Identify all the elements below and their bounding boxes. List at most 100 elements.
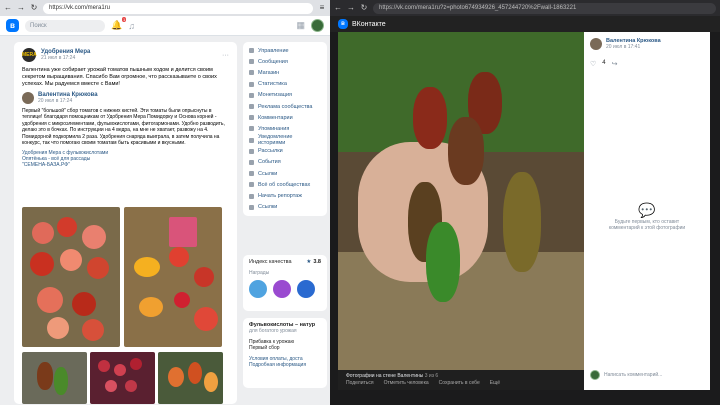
user-avatar[interactable] bbox=[22, 92, 34, 104]
forward-icon[interactable]: → bbox=[17, 4, 25, 12]
more-action[interactable]: Ещё bbox=[490, 380, 500, 386]
calendar-icon bbox=[249, 159, 254, 165]
post-date[interactable]: 21 июл в 17:24 bbox=[41, 55, 90, 61]
empty-subtitle: комментарий к этой фотографии bbox=[608, 225, 686, 231]
more-icon[interactable]: ··· bbox=[222, 52, 229, 59]
empty-comments: 💬 Будьте первым, кто оставит комментарий… bbox=[584, 202, 710, 231]
share-icon[interactable]: ↪ bbox=[612, 60, 618, 68]
likes-count: 4 bbox=[602, 60, 606, 66]
caption-title[interactable]: Фотографии на стене Валентины bbox=[346, 373, 423, 379]
my-avatar bbox=[590, 370, 600, 380]
sidebar-item-story-notifications[interactable]: Уведомление историями bbox=[243, 134, 327, 146]
vk-logo-icon[interactable]: в bbox=[338, 19, 348, 29]
browser-toolbar-right: ← → ↻ https://vk.com/mera1ru?z=photo6749… bbox=[330, 0, 720, 16]
photo-sidepanel: Валентина Крюкова 20 июл в 17:41 ♡ 4 ↪ 💬… bbox=[584, 32, 710, 390]
back-icon[interactable]: ← bbox=[334, 4, 342, 12]
vk-logo-icon[interactable]: в bbox=[6, 19, 19, 32]
comment-row: Написать комментарий... bbox=[590, 370, 662, 380]
promo-item-2[interactable]: Первый сбор bbox=[249, 345, 321, 351]
sidebar-item-shop[interactable]: Магазин bbox=[243, 67, 327, 78]
award-3-icon[interactable] bbox=[297, 280, 315, 298]
ads-icon bbox=[249, 104, 254, 110]
post-text: Валентина уже собирает урожай томатов пы… bbox=[22, 67, 217, 87]
photo-5[interactable] bbox=[158, 352, 223, 404]
sidebar-item-live[interactable]: Начать репортаж bbox=[243, 190, 327, 201]
stats-icon bbox=[249, 81, 254, 87]
sidebar-item-mailings[interactable]: Рассылки bbox=[243, 146, 327, 157]
sidebar-item-about[interactable]: Всё об сообществах bbox=[243, 179, 327, 190]
sidebar-item-comments[interactable]: Комментарии bbox=[243, 112, 327, 123]
forward-icon[interactable]: → bbox=[347, 4, 355, 12]
sidebar-item-links[interactable]: Ссылки bbox=[243, 168, 327, 179]
bell-icon[interactable]: 🔔 1 bbox=[111, 17, 127, 31]
star-icon: ★ bbox=[306, 259, 312, 265]
reload-icon[interactable]: ↻ bbox=[360, 4, 368, 12]
address-bar[interactable]: https://vk.com/mera1ru bbox=[43, 2, 313, 14]
award-1-icon[interactable] bbox=[249, 280, 267, 298]
awards-row bbox=[249, 280, 321, 298]
post-card: MERA Удобрения Мера 21 июл в 17:24 ··· В… bbox=[14, 42, 237, 404]
reload-icon[interactable]: ↻ bbox=[30, 4, 38, 12]
caption-count: 3 из 6 bbox=[424, 373, 439, 379]
post-header: MERA Удобрения Мера 21 июл в 17:24 ··· bbox=[22, 48, 229, 62]
sidebar-item-monetization[interactable]: Монетизация bbox=[243, 90, 327, 101]
sidebar-item-stats[interactable]: Статистика bbox=[243, 79, 327, 90]
promo-subtitle: для богатого урожая bbox=[249, 328, 297, 334]
photo-date: 20 июл в 17:41 bbox=[606, 44, 641, 50]
promo-link-2[interactable]: Подробная информация bbox=[249, 362, 321, 368]
sidebar-item-manage[interactable]: Управление bbox=[243, 45, 327, 56]
community-sidebar-menu: Управление Сообщения Магазин Статистика … bbox=[243, 42, 327, 216]
photo-4[interactable] bbox=[90, 352, 155, 404]
promo-card: Фульвокислоты – натур для богатого урожа… bbox=[243, 318, 327, 388]
awards-label: Награды bbox=[249, 270, 270, 276]
bag-icon bbox=[249, 70, 254, 76]
gear-icon bbox=[249, 48, 254, 54]
semena-link[interactable]: "СЕМЕНА-БАЗА.РФ" bbox=[22, 162, 229, 168]
photo-2[interactable] bbox=[124, 207, 222, 347]
sidebar-item-mentions[interactable]: Упоминания bbox=[243, 123, 327, 134]
music-icon[interactable]: ♫ bbox=[128, 21, 135, 31]
sidebar-item-messages[interactable]: Сообщения bbox=[243, 56, 327, 67]
heart-icon[interactable]: ♡ bbox=[590, 60, 596, 68]
menu-icon[interactable]: ≡ bbox=[318, 4, 326, 12]
vk-dark-header: в ВКонтакте bbox=[330, 16, 720, 32]
comments-empty-icon: 💬 bbox=[638, 202, 656, 218]
photo-viewer: Фотографии на стене Валентины 3 из 6 Под… bbox=[338, 32, 710, 390]
main-photo[interactable] bbox=[338, 32, 584, 370]
repost-header: Валентина Крюкова 20 июл в 17:24 bbox=[22, 92, 229, 104]
repost-date[interactable]: 20 июл в 17:24 bbox=[38, 98, 98, 104]
repost-text: Первый "большой" сбор томатов с нижних к… bbox=[22, 108, 225, 147]
save-action[interactable]: Сохранить в себе bbox=[439, 380, 480, 386]
search-input[interactable]: Поиск bbox=[25, 19, 105, 32]
mail-icon bbox=[249, 148, 254, 154]
apps-grid-icon[interactable]: ▦ bbox=[296, 20, 305, 31]
story-icon bbox=[249, 137, 254, 143]
tag-person-action[interactable]: Отметить человека bbox=[384, 380, 429, 386]
left-browser-window: ← → ↻ https://vk.com/mera1ru ≡ в Поиск 🔔… bbox=[0, 0, 330, 405]
comment-icon bbox=[249, 115, 254, 121]
photo-1[interactable] bbox=[22, 207, 120, 347]
award-2-icon[interactable] bbox=[273, 280, 291, 298]
notification-badge: 1 bbox=[121, 17, 127, 22]
comment-input[interactable]: Написать комментарий... bbox=[604, 372, 662, 378]
help-icon bbox=[249, 204, 254, 210]
browser-toolbar: ← → ↻ https://vk.com/mera1ru ≡ bbox=[0, 0, 330, 16]
author-avatar[interactable] bbox=[590, 38, 602, 50]
back-icon[interactable]: ← bbox=[4, 4, 12, 12]
profile-avatar[interactable] bbox=[311, 19, 324, 32]
photo-3[interactable] bbox=[22, 352, 87, 404]
sidebar-item-ads[interactable]: Реклама сообщества bbox=[243, 101, 327, 112]
photo-reactions: ♡ 4 ↪ bbox=[590, 60, 704, 68]
share-action[interactable]: Поделиться bbox=[346, 380, 374, 386]
photo-caption-bar: Фотографии на стене Валентины 3 из 6 Под… bbox=[338, 370, 584, 390]
quality-value: 3.8 bbox=[313, 259, 321, 265]
community-avatar[interactable]: MERA bbox=[22, 48, 37, 62]
quality-card: Индекс качества ★ 3.8 Награды bbox=[243, 255, 327, 311]
sidebar-item-events[interactable]: События bbox=[243, 157, 327, 168]
sidebar-item-help[interactable]: Ссылки bbox=[243, 202, 327, 213]
brand-name[interactable]: ВКонтакте bbox=[352, 21, 386, 28]
quality-row: Индекс качества ★ 3.8 bbox=[249, 259, 321, 265]
photo-author-row: Валентина Крюкова 20 июл в 17:41 bbox=[590, 38, 704, 50]
address-bar-right[interactable]: https://vk.com/mera1ru?z=photo674934926_… bbox=[373, 2, 716, 14]
coin-icon bbox=[249, 92, 254, 98]
